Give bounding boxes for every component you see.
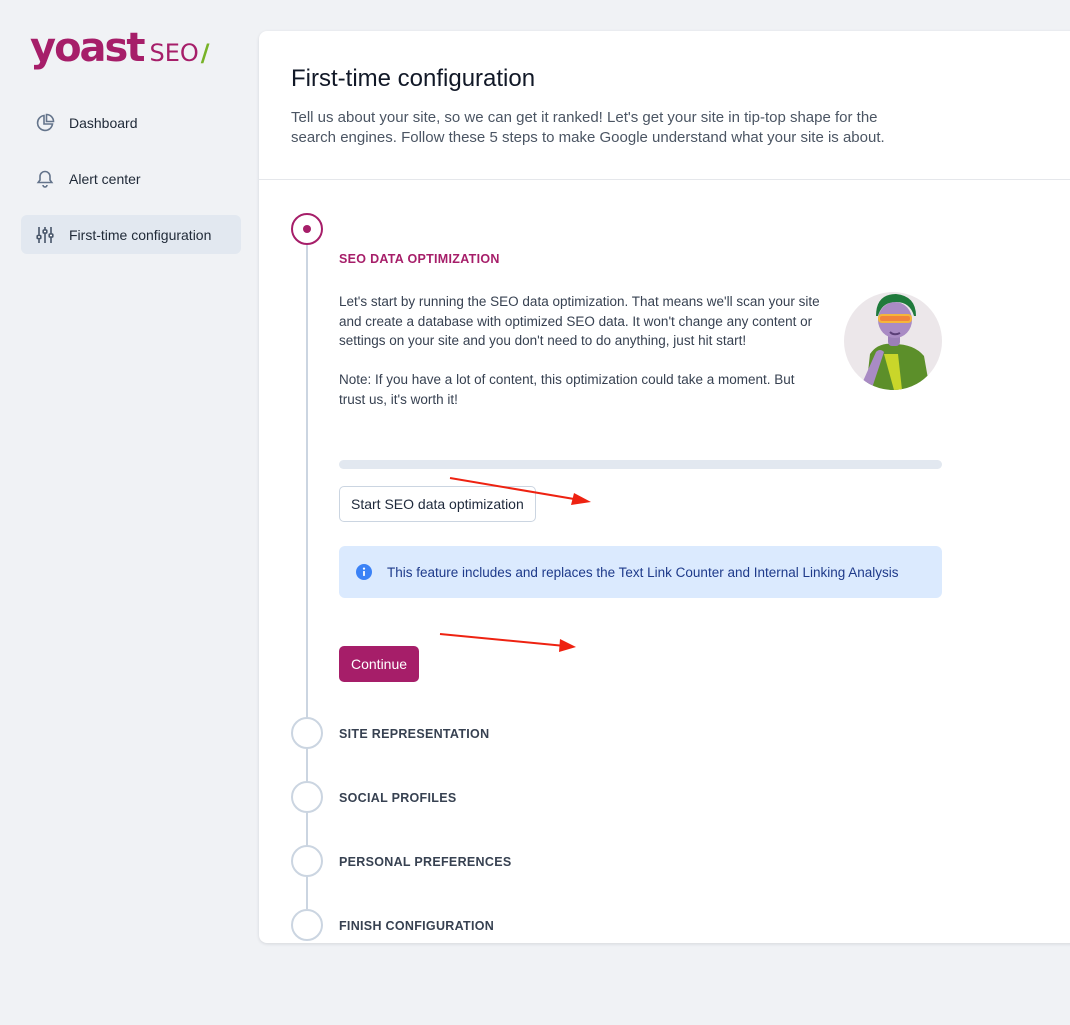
step-description: Let's start by running the SEO data opti… xyxy=(339,292,824,409)
page-description: Tell us about your site, so we can get i… xyxy=(291,109,885,146)
step-paragraph: Let's start by running the SEO data opti… xyxy=(339,294,820,348)
yoast-character-illustration xyxy=(844,292,942,390)
sidebar-item-label: First-time configuration xyxy=(69,226,212,243)
logo-wordmark: yoast xyxy=(30,25,145,71)
sliders-icon xyxy=(34,224,56,246)
pie-chart-icon xyxy=(34,112,56,134)
sidebar-item-dashboard[interactable]: Dashboard xyxy=(21,103,241,142)
start-seo-optimization-button[interactable]: Start SEO data optimization xyxy=(339,486,536,522)
yoast-seo-logo[interactable]: yoast SEO / xyxy=(30,28,210,68)
sidebar-item-label: Alert center xyxy=(69,170,141,187)
page-title: First-time configuration xyxy=(291,65,536,92)
info-alert-text: This feature includes and replaces the T… xyxy=(387,564,899,580)
step-title-seo-data-optimization[interactable]: SEO DATA OPTIMIZATION xyxy=(339,251,500,267)
step-indicator-pending xyxy=(291,717,323,749)
step-title-social-profiles[interactable]: SOCIAL PROFILES xyxy=(339,790,456,806)
step-indicator-active xyxy=(291,213,323,245)
step-note: Note: If you have a lot of content, this… xyxy=(339,372,795,407)
card-header: First-time configuration Tell us about y… xyxy=(259,31,1070,180)
optimization-progress-bar xyxy=(339,460,942,469)
step-title-site-representation[interactable]: SITE REPRESENTATION xyxy=(339,726,489,742)
configuration-card: First-time configuration Tell us about y… xyxy=(259,31,1070,943)
logo-product: SEO xyxy=(149,39,199,67)
bell-icon xyxy=(34,168,56,190)
sidebar-nav: Dashboard Alert center First-time config… xyxy=(21,103,241,271)
sidebar-item-first-time-configuration[interactable]: First-time configuration xyxy=(21,215,241,254)
sidebar-item-alert-center[interactable]: Alert center xyxy=(21,159,241,198)
info-circle-icon xyxy=(356,564,372,580)
sidebar-item-label: Dashboard xyxy=(69,114,138,131)
step-title-personal-preferences[interactable]: PERSONAL PREFERENCES xyxy=(339,854,511,870)
step-indicator-pending xyxy=(291,845,323,877)
continue-button[interactable]: Continue xyxy=(339,646,420,682)
step-title-finish-configuration[interactable]: FINISH CONFIGURATION xyxy=(339,918,494,934)
logo-slash-mark: / xyxy=(200,39,210,67)
step-indicator-pending xyxy=(291,909,323,941)
step-indicator-pending xyxy=(291,781,323,813)
info-alert: This feature includes and replaces the T… xyxy=(339,546,942,598)
step-body-seo-data-optimization: Let's start by running the SEO data opti… xyxy=(339,292,942,682)
